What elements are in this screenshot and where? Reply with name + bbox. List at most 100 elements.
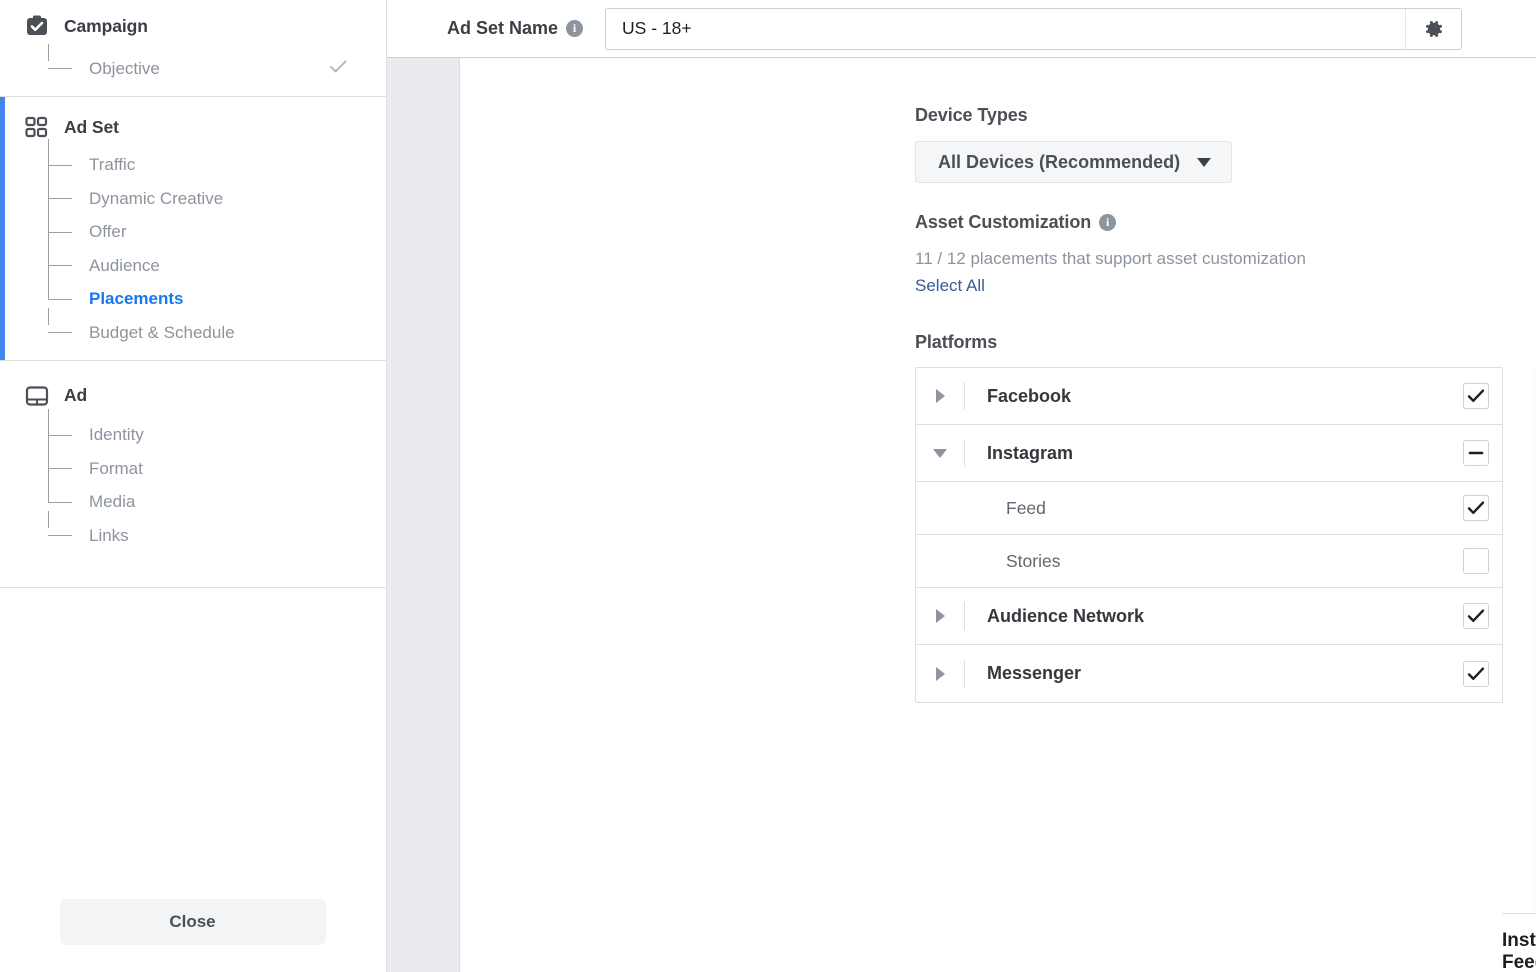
sidebar-section-title: Ad — [64, 385, 88, 405]
sidebar-item-label: Dynamic Creative — [89, 188, 224, 208]
placement-checkbox-stories[interactable] — [1463, 548, 1489, 574]
check-icon — [328, 56, 348, 81]
grid-squares-icon — [25, 116, 49, 140]
sidebar-section-header-ad-set[interactable]: Ad Set — [0, 97, 386, 149]
tree-line-horizontal — [48, 198, 72, 199]
placement-checkbox-feed[interactable] — [1463, 495, 1489, 521]
sidebar-item-dynamic-creative[interactable]: Dynamic Creative — [48, 165, 386, 216]
platform-row-audience-network[interactable]: Audience Network — [916, 588, 1502, 645]
tree-line-vertical — [48, 165, 49, 199]
sidebar-sublist-ad-set: Traffic Dynamic Creative Offer Audience — [0, 138, 386, 360]
platform-checkbox-audience-network[interactable] — [1463, 603, 1489, 629]
platform-label: Facebook — [987, 385, 1072, 406]
gear-icon[interactable] — [1405, 8, 1461, 49]
row-divider — [964, 659, 965, 688]
chevron-right-icon[interactable] — [916, 609, 964, 623]
sidebar-item-label: Objective — [89, 58, 160, 78]
sidebar-item-budget-schedule[interactable]: Budget & Schedule — [48, 308, 386, 350]
clipboard-check-icon — [25, 14, 49, 38]
platform-checkbox-messenger[interactable] — [1463, 660, 1489, 687]
platform-label: Messenger — [987, 663, 1082, 683]
left-gutter — [387, 58, 460, 972]
tree-line-horizontal — [48, 434, 72, 436]
tree-line-horizontal — [48, 231, 72, 233]
chevron-right-icon[interactable] — [916, 389, 964, 403]
asset-customization-description: 11 / 12 placements that support asset cu… — [915, 249, 1306, 268]
tree-line-vertical — [48, 138, 49, 166]
tree-line-horizontal — [48, 265, 72, 266]
sidebar-section-header-campaign[interactable]: Campaign — [0, 0, 386, 52]
platform-checkbox-instagram[interactable] — [1463, 440, 1489, 466]
tree-line-vertical — [48, 232, 49, 266]
platform-row-messenger[interactable]: Messenger — [916, 645, 1502, 702]
sidebar-item-label: Links — [89, 525, 129, 545]
sidebar-item-placements[interactable]: Placements — [48, 265, 386, 317]
platform-row-facebook[interactable]: Facebook — [916, 368, 1502, 425]
close-button[interactable]: Close — [59, 899, 326, 945]
sidebar-item-label: Budget & Schedule — [89, 322, 235, 342]
device-types-label: Device Types — [915, 105, 1028, 125]
sidebar-section-ad: Ad Identity Format Media Links — [0, 359, 386, 563]
sidebar-item-links[interactable]: Links — [48, 511, 386, 553]
sidebar-section-title: Campaign — [64, 15, 148, 36]
placement-row-feed[interactable]: Feed — [916, 482, 1502, 535]
sidebar-item-traffic[interactable]: Traffic — [48, 138, 386, 183]
ad-window-icon — [25, 384, 49, 408]
sidebar-section-header-ad[interactable]: Ad — [0, 361, 386, 419]
sidebar-item-label: Audience — [89, 255, 160, 275]
tree-line-horizontal — [48, 68, 72, 69]
platform-checkbox-facebook[interactable] — [1463, 383, 1489, 409]
preview-caption: Instagram Feed — [1502, 930, 1536, 972]
sidebar-item-label: Offer — [89, 222, 127, 242]
placement-label: Feed — [1006, 497, 1046, 518]
sidebar-section-title: Ad Set — [64, 117, 119, 137]
sidebar-item-offer[interactable]: Offer — [48, 198, 386, 250]
sidebar-section-ad-set: Ad Set Traffic Dynamic Creative Offer Au… — [0, 95, 386, 360]
tree-line-vertical — [48, 308, 49, 325]
ad-set-name-field[interactable]: US - 18+ — [605, 7, 1462, 50]
device-types-dropdown[interactable]: All Devices (Recommended) — [915, 141, 1233, 183]
ad-set-name-input[interactable]: US - 18+ — [606, 18, 1405, 39]
sidebar-divider — [0, 586, 386, 588]
tree-line-vertical — [48, 265, 49, 300]
tree-line-horizontal — [48, 535, 72, 536]
chevron-down-icon[interactable] — [916, 448, 964, 458]
sidebar-item-label: Identity — [89, 425, 144, 445]
info-icon[interactable]: i — [566, 20, 584, 37]
placement-row-stories[interactable]: Stories — [916, 535, 1502, 588]
tree-line-horizontal — [48, 501, 72, 503]
tree-line-vertical — [48, 468, 49, 503]
sidebar-item-objective[interactable]: Objective — [48, 44, 386, 86]
sidebar-sublist-ad: Identity Format Media Links — [0, 408, 386, 563]
wizard-sidebar: Campaign Objective Ad Set Traffic Dynami… — [0, 0, 387, 972]
tree-line-horizontal — [48, 468, 72, 469]
tree-line-vertical — [48, 408, 49, 436]
tree-line-horizontal — [48, 164, 72, 166]
select-all-link[interactable]: Select All — [915, 276, 985, 296]
tree-line-vertical — [48, 44, 49, 61]
sidebar-item-identity[interactable]: Identity — [48, 408, 386, 453]
platforms-table: Facebook Instagram Feed Stories Audience… — [915, 367, 1503, 703]
sidebar-item-label: Format — [89, 458, 143, 478]
platform-row-instagram[interactable]: Instagram — [916, 425, 1502, 482]
placement-label: Stories — [1006, 550, 1061, 571]
tree-line-horizontal — [48, 332, 72, 333]
sidebar-item-audience[interactable]: Audience — [48, 232, 386, 283]
sidebar-item-label: Media — [89, 492, 136, 512]
placements-panel: Device Types All Devices (Recommended) A… — [461, 58, 1536, 972]
sidebar-item-format[interactable]: Format — [48, 435, 386, 486]
row-divider — [964, 602, 965, 630]
tree-line-horizontal — [48, 298, 72, 300]
info-icon[interactable]: i — [1099, 214, 1117, 231]
ad-set-name-label: Ad Set Name — [447, 18, 559, 38]
platforms-label: Platforms — [915, 332, 998, 352]
tree-line-vertical — [48, 435, 49, 469]
main-content: Device Types All Devices (Recommended) A… — [387, 58, 1536, 972]
sidebar-item-label: Placements — [89, 289, 184, 309]
sidebar-item-label: Traffic — [89, 155, 136, 175]
sidebar-footer: Close — [0, 872, 385, 972]
top-bar: Ad Set Name i US - 18+ — [387, 0, 1536, 58]
chevron-right-icon[interactable] — [916, 666, 964, 681]
sidebar-item-media[interactable]: Media — [48, 468, 386, 520]
sidebar-section-campaign: Campaign Objective — [0, 0, 386, 96]
